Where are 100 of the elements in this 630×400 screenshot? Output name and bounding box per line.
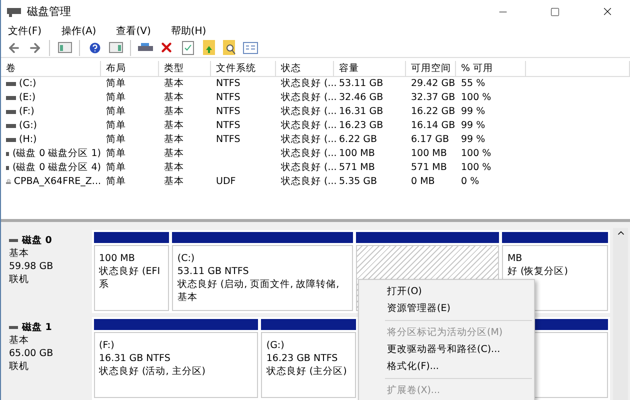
drive-icon bbox=[6, 152, 10, 156]
partition[interactable]: (C:) 53.11 GB NTFS 状态良好 (启动, 页面文件, 故障转储, 基本 bbox=[172, 245, 354, 312]
list-view-button[interactable] bbox=[242, 39, 259, 56]
disk-management-icon bbox=[7, 6, 21, 18]
column-header[interactable]: 卷 bbox=[1, 60, 101, 76]
drive-icon bbox=[9, 326, 18, 330]
table-cell-text: 571 MB bbox=[410, 160, 448, 175]
table-cell-text: 状态良好 (... bbox=[280, 104, 334, 119]
folder-search-icon bbox=[223, 40, 236, 56]
partition-text: 状态良好 (启动, 页面文件, 故障转储, 基本 bbox=[177, 278, 340, 304]
table-cell-text: 32.37 GB bbox=[410, 90, 456, 105]
volume-name: (F:) bbox=[19, 104, 34, 119]
scroll-bar[interactable] bbox=[613, 228, 628, 400]
menu-entry[interactable]: 更改驱动器号和路径(C)... bbox=[359, 341, 534, 358]
partition-text: (F:) bbox=[99, 339, 116, 352]
table-cell-text: 100 % bbox=[460, 90, 492, 105]
table-cell-text: 100 % bbox=[460, 146, 492, 161]
menu-item[interactable]: 帮助(H) bbox=[168, 24, 210, 38]
column-header[interactable]: 容量 bbox=[334, 60, 406, 76]
table-cell-text: 99 % bbox=[460, 104, 486, 119]
table-cell-text: 6.17 GB bbox=[410, 132, 450, 147]
table-cell-text: NTFS bbox=[215, 90, 242, 105]
partition-text: 100 MB bbox=[99, 252, 136, 266]
partition-text: 状态良好 (EFI 系 bbox=[99, 265, 161, 292]
table-cell-text: 状态良好 (... bbox=[280, 132, 334, 147]
column-header[interactable]: % 可用 bbox=[456, 60, 526, 76]
table-cell-text: 简单 bbox=[105, 76, 127, 91]
table-cell-text: 简单 bbox=[105, 174, 127, 189]
column-header[interactable]: 状态 bbox=[276, 60, 334, 76]
table-cell-text: 100 MB bbox=[410, 146, 448, 161]
panel-icon bbox=[58, 42, 72, 54]
checklist-icon bbox=[182, 40, 194, 55]
partition[interactable]: 100 MB 状态良好 (EFI 系 bbox=[94, 245, 170, 312]
partition-text: 16.31 GB NTFS bbox=[99, 352, 172, 366]
menu-entry[interactable]: 格式化(F)... bbox=[359, 358, 534, 375]
menu-item[interactable]: 查看(V) bbox=[113, 24, 154, 38]
maximize-icon bbox=[550, 6, 560, 16]
disk-status: 联机 bbox=[9, 360, 30, 374]
table-cell-text: 16.22 GB bbox=[410, 104, 456, 119]
partition[interactable]: (F:) 16.31 GB NTFS 状态良好 (活动, 主分区) bbox=[94, 332, 258, 398]
column-header[interactable]: 布局 bbox=[101, 60, 159, 76]
partition-text: MB bbox=[507, 252, 523, 266]
search-button[interactable] bbox=[221, 39, 238, 56]
table-cell-text: 简单 bbox=[105, 90, 127, 105]
table-cell-text: 简单 bbox=[105, 104, 127, 119]
table-cell-text: 0 % bbox=[460, 174, 480, 189]
table-cell-text: 基本 bbox=[163, 90, 185, 105]
partition-text: 53.11 GB NTFS bbox=[177, 265, 250, 278]
table-cell-text: 基本 bbox=[163, 104, 185, 119]
table-cell-text: 0 MB bbox=[410, 174, 436, 189]
list-icon bbox=[243, 42, 258, 54]
table-cell-text: 基本 bbox=[163, 160, 185, 175]
table-cell-text: 571 MB bbox=[338, 160, 376, 175]
partition-text: (C:) bbox=[177, 252, 196, 266]
table-cell-text: 29.42 GB bbox=[410, 76, 456, 91]
table-cell-text: 基本 bbox=[163, 76, 185, 91]
table-cell-text: 基本 bbox=[163, 118, 185, 133]
partition-text: 16.23 GB NTFS bbox=[266, 352, 339, 366]
partition[interactable]: (G:) 16.23 GB NTFS 状态良好 (主分区) bbox=[261, 332, 356, 398]
up-folder-button[interactable] bbox=[200, 39, 217, 56]
table-cell-text: 53.11 GB bbox=[338, 76, 384, 91]
table-cell-text: 状态良好 (... bbox=[280, 76, 334, 91]
table-cell-text: 5.35 GB bbox=[338, 174, 378, 189]
partition-text: 状态良好 (主分区) bbox=[266, 365, 348, 378]
volume-name: (磁盘 0 磁盘分区 1) bbox=[12, 146, 101, 161]
table-cell-text: 100 % bbox=[460, 160, 492, 175]
menu-item[interactable]: 操作(A) bbox=[58, 24, 100, 38]
disk-size: 59.98 GB bbox=[9, 260, 54, 274]
drive-icon bbox=[138, 42, 153, 53]
window-title: 磁盘管理 bbox=[27, 4, 72, 19]
disk-title: 磁盘 0 bbox=[22, 234, 52, 248]
panel-icon bbox=[108, 42, 122, 54]
help-icon bbox=[88, 40, 102, 55]
table-cell-text: NTFS bbox=[215, 104, 242, 119]
table-cell-text: 状态良好 (... bbox=[280, 160, 334, 175]
volume-name: (G:) bbox=[19, 118, 37, 133]
column-header[interactable]: 文件系统 bbox=[211, 60, 276, 76]
table-cell-text: 16.14 GB bbox=[410, 118, 456, 133]
disk-size: 65.00 GB bbox=[9, 347, 54, 360]
table-cell-text: 16.23 GB bbox=[338, 118, 384, 133]
table-cell-text: NTFS bbox=[215, 132, 242, 147]
column-header[interactable]: 类型 bbox=[159, 60, 211, 76]
table-cell-text: 16.31 GB bbox=[338, 104, 384, 119]
table-cell-text: 状态良好 (... bbox=[280, 118, 334, 133]
menu-item[interactable]: 文件(F) bbox=[5, 24, 45, 38]
table-cell-text: 简单 bbox=[105, 146, 127, 161]
partition-text: (G:) bbox=[266, 339, 286, 352]
table-cell-text: 状态良好 (... bbox=[280, 90, 334, 105]
partition-text: 好 (恢复分区) bbox=[507, 265, 569, 278]
column-header[interactable]: 可用空间 bbox=[406, 60, 456, 76]
table-cell-text: 99 % bbox=[460, 132, 486, 147]
volume-name: (H:) bbox=[19, 132, 37, 147]
table-cell-text: 基本 bbox=[163, 146, 185, 161]
volume-name: (E:) bbox=[19, 90, 36, 105]
volume-name: (磁盘 0 磁盘分区 4) bbox=[12, 160, 101, 175]
table-cell-text: 100 MB bbox=[338, 146, 376, 161]
volume-name: (C:) bbox=[19, 76, 36, 91]
disk-status: 联机 bbox=[9, 273, 30, 286]
drive-icon bbox=[6, 166, 10, 170]
properties-button[interactable] bbox=[179, 39, 196, 56]
